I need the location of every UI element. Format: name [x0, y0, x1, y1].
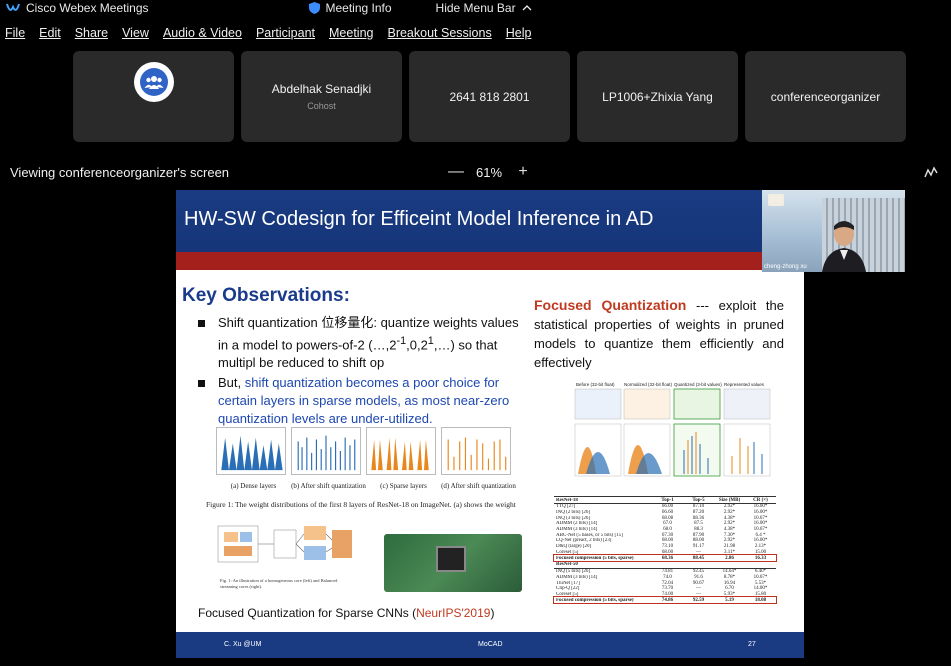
- participant-tile-group[interactable]: [73, 51, 234, 142]
- chevron-up-icon: [522, 5, 532, 11]
- menu-participant[interactable]: Participant: [256, 26, 315, 44]
- dense-layers-plot: [216, 427, 286, 475]
- table-row: INQ (3 bits) [26] 68.08 88.36 4.38* 10.67*: [556, 515, 768, 521]
- quant-label-normalized: Normalized (32-bit float): [624, 382, 673, 387]
- menu-help[interactable]: Help: [506, 26, 532, 44]
- table-row: TTQ [27] 66.00 87.10 2.92* 16.00*: [556, 504, 768, 510]
- share-view-bar: Viewing conferenceorganizer's screen — 6…: [0, 160, 951, 184]
- menu-file[interactable]: File: [5, 26, 25, 44]
- table-row: D&Q (large) [20] 73.10 91.17 21.98 2.13*: [556, 544, 767, 550]
- menu-share[interactable]: Share: [75, 26, 108, 44]
- bullet-shift-quantization: Shift quantization 位移量化: quantize weight…: [196, 314, 526, 372]
- participant-name: Abdelhak Senadjki: [271, 82, 372, 96]
- zoom-in-button[interactable]: +: [516, 163, 530, 181]
- slide-red-band: [176, 252, 804, 270]
- menu-view[interactable]: View: [122, 26, 149, 44]
- hide-menu-bar-button[interactable]: Hide Menu Bar: [436, 1, 532, 15]
- viewing-label: Viewing conferenceorganizer's screen: [10, 164, 230, 180]
- speaker-video[interactable]: cheng-zhong xu: [762, 190, 905, 272]
- university-logo: [768, 194, 784, 206]
- meeting-info-button[interactable]: Meeting Info: [326, 1, 392, 15]
- annotate-icon[interactable]: [924, 165, 938, 179]
- paper-reference: Focused Quantization for Sparse CNNs (Ne…: [198, 606, 495, 620]
- participant-name: 2641 818 2801: [449, 89, 530, 104]
- quant-label-represented: Represented values: [724, 382, 765, 387]
- participant-tile[interactable]: conferenceorganizer: [745, 51, 906, 142]
- app-name: Cisco Webex Meetings: [26, 1, 149, 15]
- slide-title: HW-SW Codesign for Efficeint Model Infer…: [184, 208, 654, 230]
- fpga-board-photo: [384, 534, 522, 592]
- participant-tile[interactable]: Abdelhak Senadjki Cohost: [241, 51, 402, 142]
- sparse-shift-quantized-plot: [441, 427, 511, 475]
- table-row: ADMM (3 bits) [14] 68.0 88.3 4.38* 10.67*: [556, 527, 768, 533]
- table-header: ResNet-18 Top-1 Top-5 Size (MB) CR (×): [554, 496, 776, 504]
- shield-icon: [308, 2, 320, 14]
- shift-quantized-plot: [291, 427, 361, 475]
- figure-captions: (a) Dense layers (b) After shift quantiz…: [230, 482, 516, 490]
- results-table: ResNet-18 Top-1 Top-5 Size (MB) CR (×) T…: [553, 496, 777, 604]
- focused-quantization-text: Focused Quantization --- exploit the sta…: [534, 297, 784, 370]
- observation-list: Shift quantization 位移量化: quantize weight…: [196, 314, 526, 430]
- table-row: ABC-Net (5 bases, or 5 bits) [15] 67.30 87…: [556, 532, 766, 538]
- quant-label-before: Before (32-bit float): [576, 382, 615, 387]
- table-row: ADMM (3 bits) [14] 74.0 91.6 8.78* 10.67*: [556, 574, 768, 580]
- table-row: INQ (2 bits) [26] 66.60 87.20 2.92* 16.00*: [556, 510, 768, 516]
- table-row-highlight: Focused compression (5 bits, sparse) 68.3…: [553, 554, 777, 562]
- menu-breakout-sessions[interactable]: Breakout Sessions: [387, 26, 491, 44]
- participant-name: LP1006+Zhixia Yang: [602, 89, 713, 104]
- table-row-highlight: Focused compression (5 bits, sparse) 74.8…: [553, 596, 777, 604]
- slide-footer: C. Xu @UM MoCAD 27: [176, 632, 804, 658]
- table-row: Coreset [5] 68.00—3.11* 15.00: [556, 549, 767, 555]
- participant-name: conferenceorganizer: [770, 89, 881, 104]
- menu-meeting[interactable]: Meeting: [329, 26, 373, 44]
- table-row: ThiNet [17] 72.04 90.67 16.94 5.53*: [556, 580, 767, 586]
- key-observations-heading: Key Observations:: [182, 285, 350, 306]
- group-icon: [133, 61, 174, 102]
- menu-audio-video[interactable]: Audio & Video: [163, 26, 242, 44]
- participant-tile[interactable]: 2641 818 2801: [409, 51, 570, 142]
- table-row: LQ-Net (preact, 2 bits) [23] 68.00 88.00 2.…: [556, 538, 768, 544]
- bullet-poor-choice: But, shift quantization becomes a poor c…: [196, 374, 526, 428]
- weight-distribution-figures: [216, 427, 516, 475]
- table-row: ADMM (2 bits) [14] 67.0 87.5 2.92* 16.00*: [556, 521, 768, 527]
- footer-project: MoCAD: [478, 641, 503, 648]
- participant-role: Cohost: [307, 101, 336, 111]
- quant-label-quantized: Quantized (3-bit values): [674, 382, 722, 387]
- diagram-caption: Fig. 1: An illustration of a homogeneous…: [220, 578, 338, 589]
- webex-logo-icon: [6, 3, 20, 11]
- menu-bar: File Edit Share View Audio & Video Parti…: [0, 26, 540, 44]
- webex-titlebar: Cisco Webex Meetings Meeting Info Hide M…: [0, 0, 951, 16]
- participant-strip: Abdelhak Senadjki Cohost 2641 818 2801 L…: [73, 51, 913, 142]
- focused-quantization-title: Focused Quantization: [534, 297, 687, 313]
- hide-menu-label: Hide Menu Bar: [435, 1, 516, 15]
- participant-tile[interactable]: LP1006+Zhixia Yang: [577, 51, 738, 142]
- sparse-layers-plot: [366, 427, 436, 475]
- quantization-process-figure: Before (32-bit float) Normalized (32-bit…: [574, 382, 771, 477]
- speaker-name-label: cheng-zhong xu: [764, 264, 807, 270]
- architecture-diagram: [217, 525, 352, 563]
- table-header: ResNet-50: [554, 560, 776, 569]
- app-title: Cisco Webex Meetings: [6, 1, 149, 15]
- table-row: Clip-Q [22] 73.70—6.70 14.00*: [556, 586, 768, 592]
- speaker-silhouette: [822, 221, 866, 272]
- menu-edit[interactable]: Edit: [39, 26, 61, 44]
- footer-author: C. Xu @UM: [224, 641, 262, 648]
- shared-screen-slide: HW-SW Codesign for Efficeint Model Infer…: [176, 190, 804, 658]
- table-row: Coreset [5] 74.00—5.93* 15.80: [556, 591, 767, 597]
- footer-page-number: 27: [748, 641, 756, 648]
- table-row: INQ (5 bits) [26] 74.81 92.45 14.64* 6.40*: [556, 569, 767, 575]
- figure-caption: Figure 1: The weight distributions of th…: [206, 500, 516, 509]
- zoom-control: — 61% +: [448, 163, 530, 181]
- zoom-level: 61%: [476, 164, 503, 180]
- zoom-out-button[interactable]: —: [448, 163, 464, 181]
